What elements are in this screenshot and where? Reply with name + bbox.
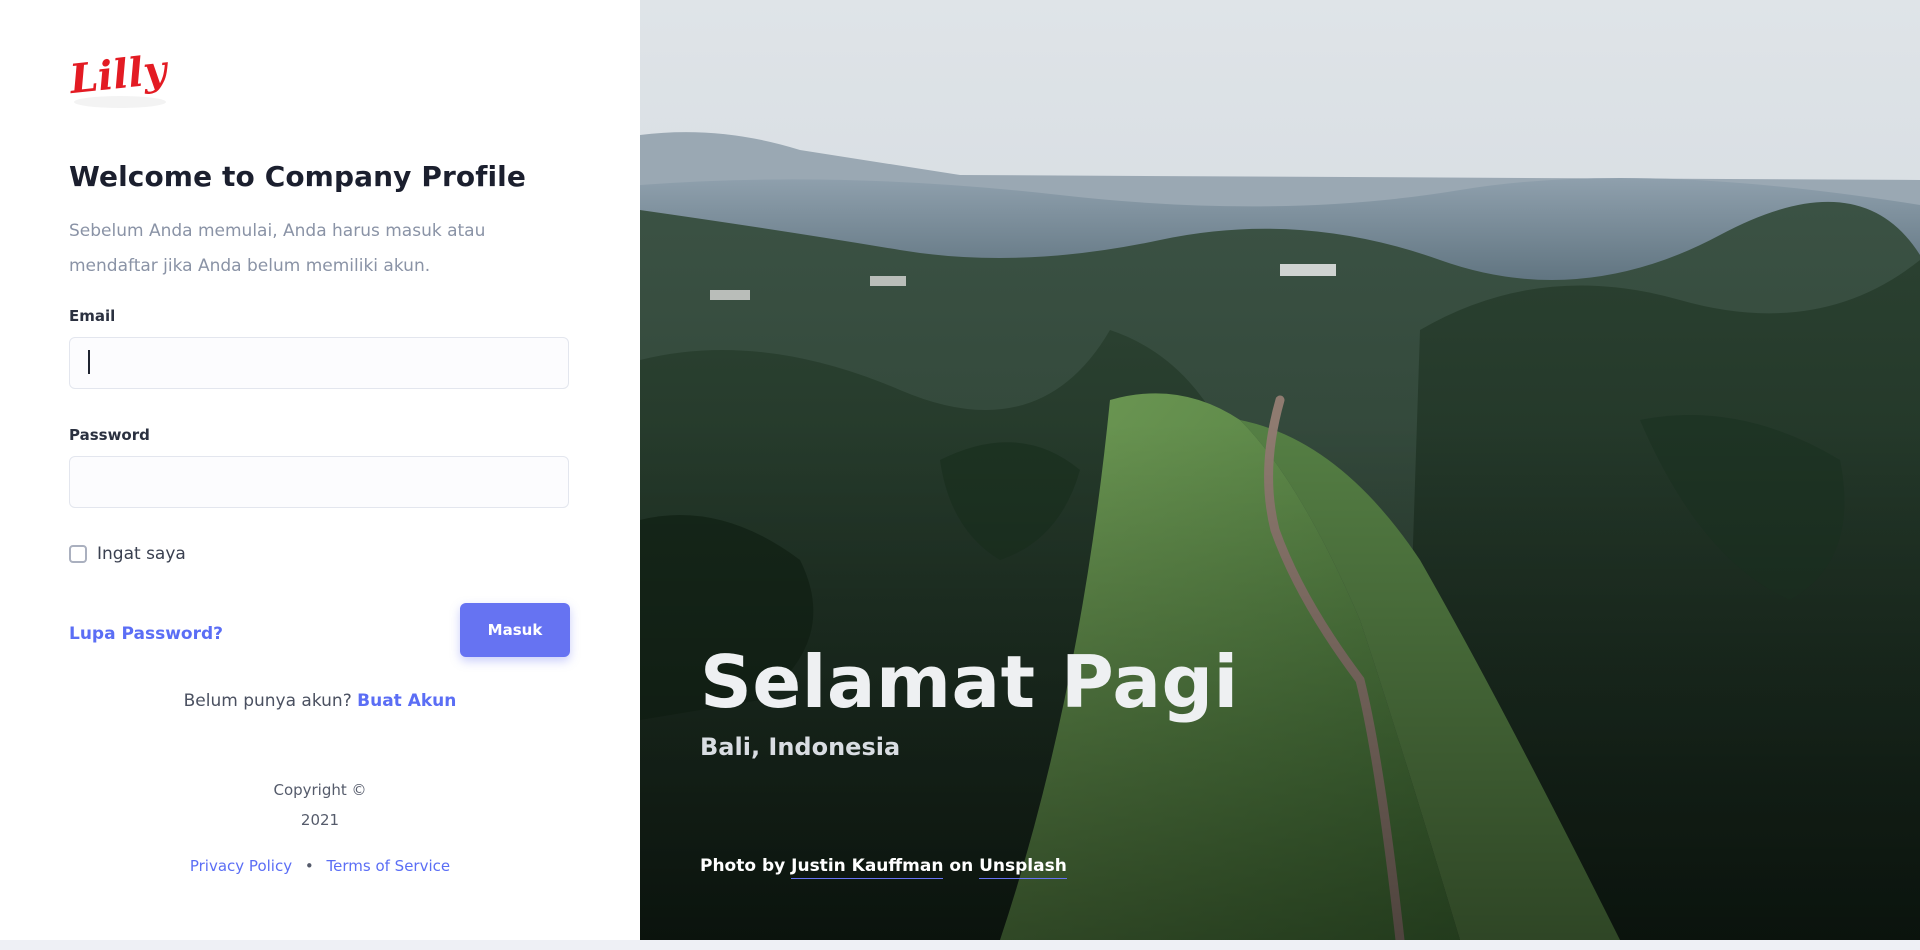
separator-dot: •	[304, 857, 314, 875]
svg-text:Lilly: Lilly	[66, 46, 171, 103]
text-caret	[88, 350, 90, 374]
terms-of-service-link[interactable]: Terms of Service	[327, 857, 451, 875]
intro-text: Sebelum Anda memulai, Anda harus masuk a…	[69, 221, 486, 276]
credit-on: on	[949, 856, 974, 876]
copyright-text: Copyright ©	[273, 781, 367, 799]
remember-checkbox[interactable]	[69, 545, 87, 563]
email-field[interactable]	[69, 337, 569, 389]
lilly-logo: Lilly	[66, 46, 172, 108]
forgot-password-link[interactable]: Lupa Password?	[69, 624, 223, 644]
hero-panel: Selamat Pagi Bali, Indonesia Photo by Ju…	[640, 0, 1920, 940]
signup-row: Belum punya akun? Buat Akun	[0, 691, 640, 711]
credit-prefix: Photo by	[700, 856, 786, 876]
privacy-policy-link[interactable]: Privacy Policy	[190, 857, 292, 875]
photographer-link[interactable]: Justin Kauffman	[791, 856, 944, 879]
bottom-strip	[0, 940, 1920, 950]
copyright: Copyright © 2021	[0, 775, 640, 835]
location-text: Bali, Indonesia	[700, 733, 901, 761]
remember-me[interactable]: Ingat saya	[69, 544, 186, 564]
signup-prompt: Belum punya akun?	[183, 691, 352, 711]
password-field[interactable]	[69, 456, 569, 508]
login-button[interactable]: Masuk	[460, 603, 570, 657]
email-label: Email	[69, 307, 116, 325]
page-title: Welcome to Company Profile	[69, 160, 526, 193]
create-account-link[interactable]: Buat Akun	[357, 691, 456, 711]
copyright-year: 2021	[300, 811, 340, 829]
unsplash-link[interactable]: Unsplash	[979, 856, 1067, 879]
greeting-heading: Selamat Pagi	[700, 640, 1239, 724]
password-label: Password	[69, 426, 150, 444]
login-panel: Lilly Welcome to Company Profile Sebelum…	[0, 0, 640, 940]
landscape-photo	[640, 0, 1920, 940]
photo-credit: Photo by Justin Kauffman on Unsplash	[700, 856, 1067, 879]
remember-label: Ingat saya	[97, 544, 186, 564]
footer-links: Privacy Policy • Terms of Service	[0, 857, 640, 875]
